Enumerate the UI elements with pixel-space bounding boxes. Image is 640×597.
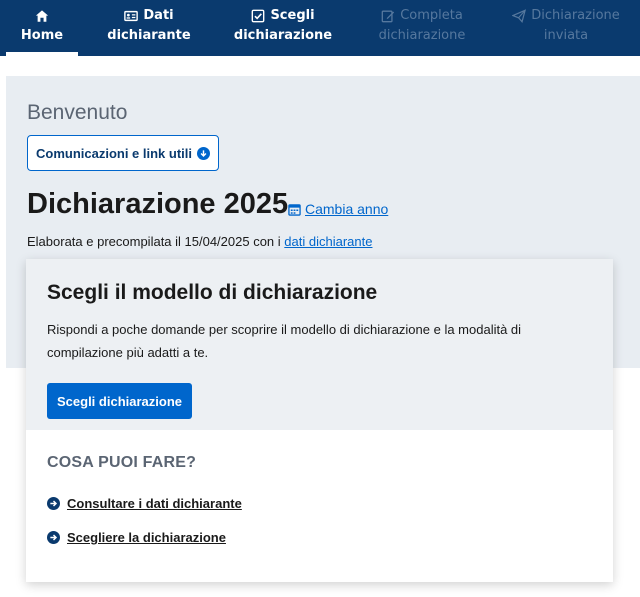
arrow-right-circle-icon bbox=[47, 497, 60, 510]
nav-inviata-line1: Dichiarazione bbox=[531, 7, 620, 23]
arrow-down-circle-icon bbox=[197, 146, 210, 160]
card-title: Scegli il modello di dichiarazione bbox=[47, 281, 378, 304]
id-card-icon bbox=[124, 10, 139, 21]
nav-completa-line2: dichiarazione bbox=[378, 28, 466, 43]
welcome-heading: Benvenuto bbox=[27, 101, 128, 124]
card-description: Rispondi a poche domande per scoprire il… bbox=[47, 322, 522, 360]
page-title: Dichiarazione 2025 bbox=[27, 188, 289, 220]
scegli-modello-card: Scegli il modello di dichiarazione Rispo… bbox=[26, 259, 613, 582]
action-consultare-label: Consultare i dati dichiarante bbox=[67, 496, 242, 511]
nav-home[interactable]: Home bbox=[0, 0, 84, 56]
action-consultare-dati[interactable]: Consultare i dati dichiarante bbox=[47, 496, 242, 511]
comunicazioni-button[interactable]: Comunicazioni e link utili bbox=[27, 135, 219, 171]
nav-dati-line1: Dati bbox=[143, 7, 174, 23]
cosa-puoi-fare-heading: COSA PUOI FARE? bbox=[47, 454, 197, 471]
nav-scegli-line2: dichiarazione bbox=[233, 28, 333, 43]
comunicazioni-button-label: Comunicazioni e link utili bbox=[35, 145, 192, 161]
edit-icon bbox=[381, 10, 395, 22]
nav-inviata-line2: inviata bbox=[543, 28, 589, 43]
checkbox-icon bbox=[252, 9, 265, 22]
scegli-dichiarazione-button[interactable]: Scegli dichiarazione bbox=[47, 383, 192, 419]
nav-dichiarazione-inviata: Dichiarazione inviata bbox=[492, 0, 640, 56]
calendar-icon bbox=[288, 203, 301, 216]
paper-plane-icon bbox=[512, 8, 527, 23]
cambia-anno-link[interactable]: Cambia anno bbox=[288, 201, 388, 217]
home-icon bbox=[35, 9, 49, 22]
nav-completa-dichiarazione: Completa dichiarazione bbox=[352, 0, 492, 56]
nav-scegli-dichiarazione[interactable]: Scegli dichiarazione bbox=[214, 0, 352, 56]
nav-home-label: Home bbox=[20, 28, 64, 43]
cambia-anno-label: Cambia anno bbox=[305, 201, 389, 217]
action-scegliere-label: Scegliere la dichiarazione bbox=[67, 530, 226, 545]
card-header-panel: Scegli il modello di dichiarazione Rispo… bbox=[26, 259, 613, 430]
top-navigation: Home Dati dichiarante Scegli dichiarazio… bbox=[0, 0, 640, 56]
dati-dichiarante-link[interactable]: dati dichiarante bbox=[284, 234, 372, 249]
elaborata-label: Elaborata e precompilata il 15/04/2025 c… bbox=[27, 234, 281, 249]
nav-dati-line2: dichiarante bbox=[107, 28, 191, 43]
arrow-right-circle-icon bbox=[47, 531, 60, 544]
elaborata-text: Elaborata e precompilata il 15/04/2025 c… bbox=[27, 234, 372, 249]
action-scegliere-dichiarazione[interactable]: Scegliere la dichiarazione bbox=[47, 530, 226, 545]
nav-scegli-line1: Scegli bbox=[270, 7, 315, 23]
nav-dati-dichiarante[interactable]: Dati dichiarante bbox=[84, 0, 214, 56]
nav-completa-line1: Completa bbox=[400, 7, 463, 23]
